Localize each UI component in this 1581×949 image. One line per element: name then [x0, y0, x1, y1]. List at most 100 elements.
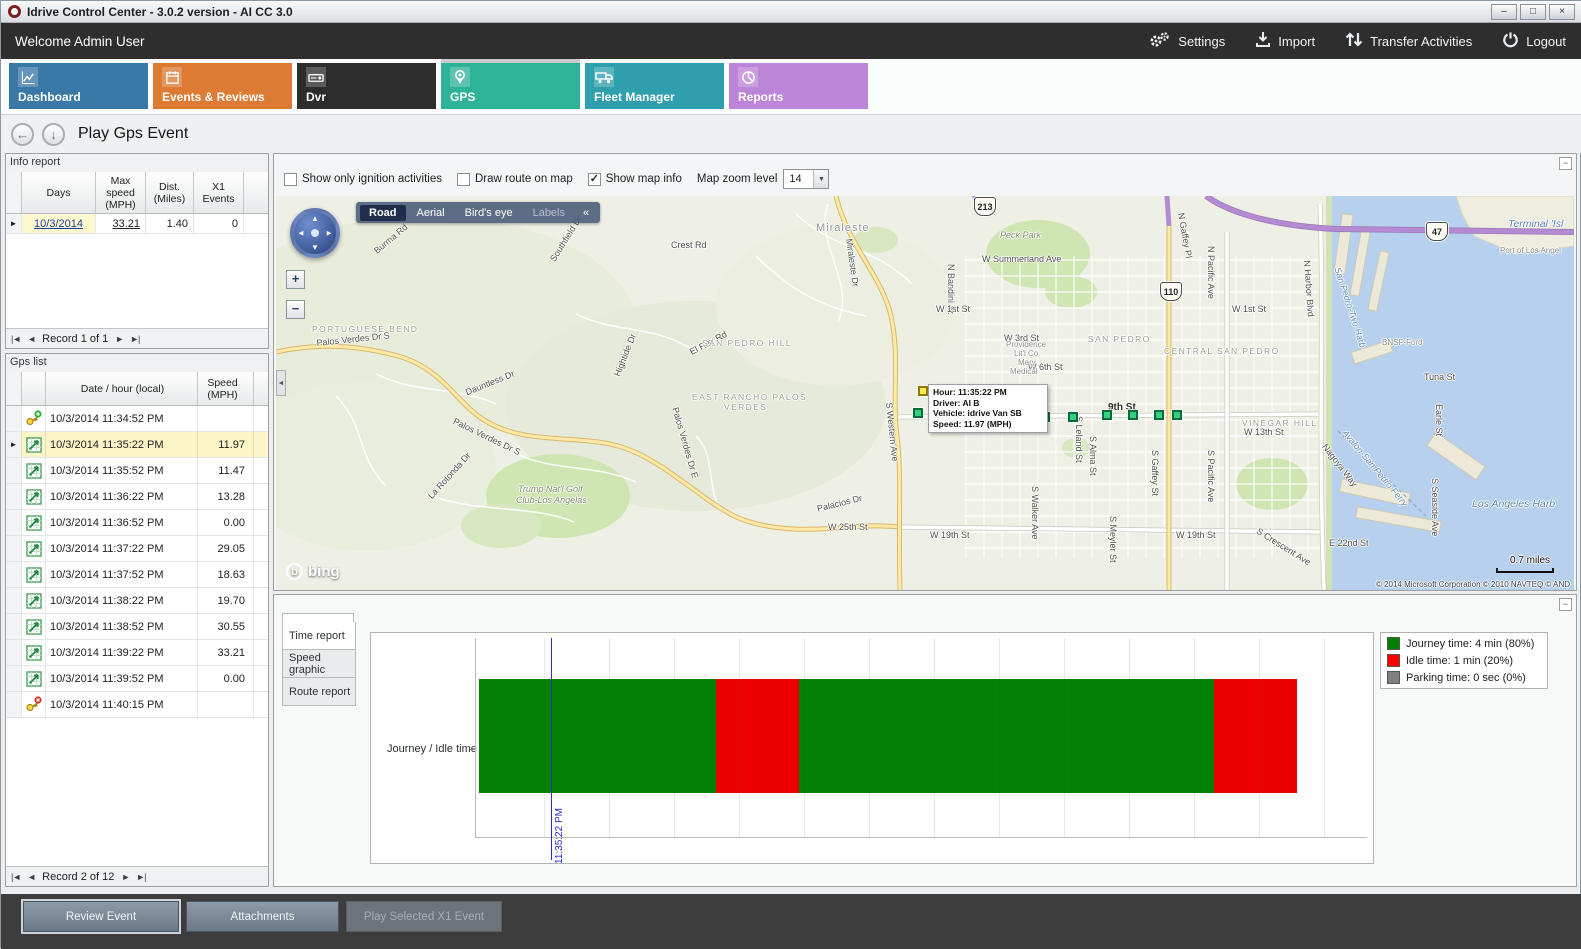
logout-button[interactable]: Logout	[1502, 31, 1566, 51]
gridline	[1194, 638, 1195, 837]
gps-list-row[interactable]: 10/3/2014 11:36:22 PM13.28	[6, 484, 268, 510]
compass-center-dot	[311, 229, 319, 237]
gps-list-row[interactable]: 10/3/2014 11:35:52 PM11.47	[6, 458, 268, 484]
tab-dashboard[interactable]: Dashboard	[9, 63, 148, 109]
pager-next-button[interactable]: ►	[121, 872, 129, 882]
gridline	[544, 638, 545, 837]
gps-list-row[interactable]: 10/3/2014 11:39:22 PM33.21	[6, 640, 268, 666]
bing-logo-text: bing	[308, 563, 340, 580]
gps-list-row[interactable]: 10/3/2014 11:40:15 PM	[6, 692, 268, 718]
map-style-collapse-button[interactable]: «	[576, 205, 596, 221]
map-style-aerial[interactable]: Aerial	[408, 205, 454, 221]
gps-list-row[interactable]: 10/3/2014 11:38:22 PM19.70	[6, 588, 268, 614]
settings-button[interactable]: Settings	[1149, 31, 1225, 51]
tab-gps[interactable]: GPS	[441, 63, 580, 109]
show-map-info-checkbox[interactable]: ✓Show map info	[588, 173, 682, 186]
idle-segment	[1214, 679, 1297, 793]
speed-cell: 30.55	[198, 614, 254, 639]
review-event-button[interactable]: Review Event	[23, 901, 179, 932]
route-start-marker[interactable]	[918, 386, 928, 396]
map-style-road[interactable]: Road	[360, 205, 406, 221]
date-cell: 10/3/2014 11:35:52 PM	[46, 458, 198, 483]
transfer-activities-button[interactable]: Transfer Activities	[1345, 31, 1472, 51]
time-panel-collapse-button[interactable]: −	[1559, 598, 1572, 611]
gps-list-row[interactable]: 10/3/2014 11:37:22 PM29.05	[6, 536, 268, 562]
map-label: N Pacific Ave	[1206, 246, 1216, 299]
tab-label: GPS	[450, 90, 580, 104]
zoom-in-button[interactable]: +	[286, 270, 305, 289]
date-cell: 10/3/2014 11:36:22 PM	[46, 484, 198, 509]
pager-last-button[interactable]: ►|	[130, 334, 139, 344]
draw-route-checkbox[interactable]: Draw route on map	[457, 173, 573, 186]
gps-list-row[interactable]: 10/3/2014 11:39:52 PM0.00	[6, 666, 268, 692]
map-scale-text: 0.7 miles	[1510, 555, 1550, 566]
gps-list-row[interactable]: ►10/3/2014 11:35:22 PM11.97	[6, 432, 268, 458]
map-style-bird-s-eye[interactable]: Bird's eye	[456, 205, 522, 221]
show-only-ignition-checkbox[interactable]: Show only ignition activities	[284, 173, 442, 186]
gps-list-row[interactable]: 10/3/2014 11:38:52 PM30.55	[6, 614, 268, 640]
max-speed-cell[interactable]: 33.21	[96, 214, 146, 233]
window-minimize-button[interactable]: –	[1491, 4, 1517, 20]
filler-cell	[254, 406, 268, 431]
gps-list-row[interactable]: 10/3/2014 11:37:52 PM18.63	[6, 562, 268, 588]
journey-segment	[479, 679, 716, 793]
gridline	[1259, 638, 1260, 837]
tab-time-report[interactable]: Time report	[282, 622, 356, 650]
column-header[interactable]: Dist. (Miles)	[146, 172, 194, 213]
window-maximize-button[interactable]: □	[1520, 4, 1546, 20]
window-close-button[interactable]: ×	[1549, 4, 1575, 20]
table-row[interactable]: ►10/3/201433.211.400	[6, 214, 268, 234]
attachments-button[interactable]: Attachments	[186, 901, 339, 932]
tab-strip-stub	[282, 613, 354, 622]
speed-cell: 0.00	[198, 510, 254, 535]
map-label: Los Angeles Harb	[1472, 498, 1555, 510]
map-style-labels[interactable]: Labels	[524, 205, 574, 221]
tab-fleet-manager[interactable]: Fleet Manager	[585, 63, 724, 109]
route-point-marker[interactable]	[1172, 410, 1182, 420]
pager-last-button[interactable]: ►|	[136, 872, 145, 882]
map-compass-control[interactable]: ▲ ▼ ◄ ►	[290, 208, 340, 258]
route-point-marker[interactable]	[1068, 412, 1078, 422]
route-point-marker[interactable]	[1154, 410, 1164, 420]
days-link[interactable]: 10/3/2014	[34, 218, 83, 230]
map-zoom-select[interactable]: 14 ▼	[783, 169, 829, 189]
download-button[interactable]: ↓	[42, 123, 65, 146]
tab-speed-graphic[interactable]: Speed graphic	[282, 650, 356, 678]
tab-reports[interactable]: Reports	[729, 63, 868, 109]
date-cell: 10/3/2014 11:37:22 PM	[46, 536, 198, 561]
days-cell[interactable]: 10/3/2014	[22, 214, 96, 233]
tab-route-report[interactable]: Route report	[282, 678, 356, 706]
tab-dvr[interactable]: Dvr	[297, 63, 436, 109]
column-header[interactable]: X1 Events	[194, 172, 244, 213]
max-speed-link[interactable]: 33.21	[112, 218, 140, 230]
column-header[interactable]: Days	[22, 172, 96, 213]
route-point-marker[interactable]	[913, 408, 923, 418]
row-indicator-header	[6, 372, 22, 405]
back-button[interactable]: ←	[11, 123, 34, 146]
zoom-out-button[interactable]: −	[286, 300, 305, 319]
tab-events-reviews[interactable]: Events & Reviews	[153, 63, 292, 109]
gps-list-row[interactable]: 10/3/2014 11:36:52 PM0.00	[6, 510, 268, 536]
date-cell: 10/3/2014 11:38:52 PM	[46, 614, 198, 639]
pager-first-button[interactable]: |◄	[11, 334, 20, 344]
filler-cell	[254, 666, 268, 691]
dist-cell: 1.40	[146, 214, 194, 233]
pager-prev-button[interactable]: ◄	[27, 872, 35, 882]
column-header[interactable]: Speed (MPH)	[198, 372, 254, 405]
pager-next-button[interactable]: ►	[115, 334, 123, 344]
column-header[interactable]: Max speed (MPH)	[96, 172, 146, 213]
map-style-bar: RoadAerialBird's eyeLabels«	[356, 202, 600, 223]
column-header[interactable]: Date / hour (local)	[46, 372, 198, 405]
import-button[interactable]: Import	[1255, 31, 1315, 51]
route-point-marker[interactable]	[1102, 410, 1112, 420]
route-point-marker[interactable]	[1128, 410, 1138, 420]
pager-text: Record 1 of 1	[42, 333, 108, 345]
panel-collapse-handle[interactable]: ◄	[276, 370, 286, 396]
map-panel-collapse-button[interactable]: −	[1559, 157, 1572, 170]
gps-list-row[interactable]: 10/3/2014 11:34:52 PM	[6, 406, 268, 432]
pager-first-button[interactable]: |◄	[11, 872, 20, 882]
tab-label: Dashboard	[18, 90, 148, 104]
pager-prev-button[interactable]: ◄	[27, 334, 35, 344]
map-canvas[interactable]: Burma RdCrest RdSouthfield DrMiraleste D…	[276, 196, 1574, 590]
filler-cell	[254, 640, 268, 665]
